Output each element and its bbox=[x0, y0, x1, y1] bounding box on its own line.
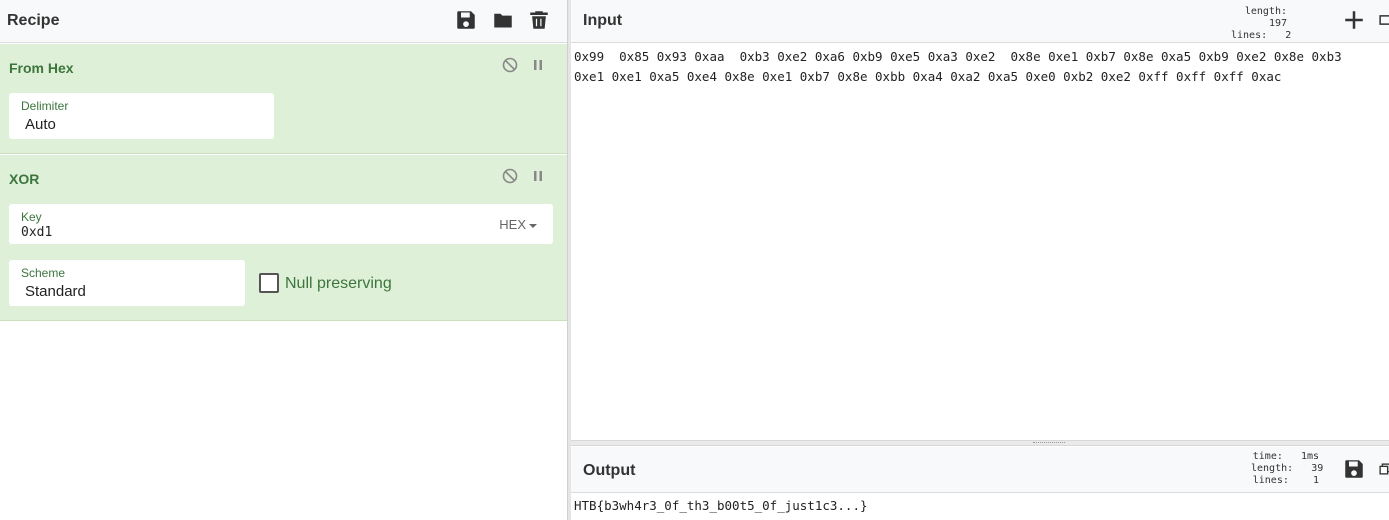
pause-icon[interactable] bbox=[529, 167, 547, 185]
grip-icon bbox=[1033, 442, 1065, 444]
trash-icon[interactable] bbox=[528, 9, 550, 31]
scheme-select[interactable]: Scheme Standard bbox=[9, 260, 245, 306]
scheme-value: Standard bbox=[25, 283, 86, 300]
output-title: Output bbox=[583, 462, 636, 479]
key-label: Key bbox=[21, 210, 42, 224]
operation-title: From Hex bbox=[9, 60, 74, 76]
save-icon[interactable] bbox=[455, 9, 477, 31]
lines-value: 2 bbox=[1285, 30, 1292, 41]
recipe-pane: Recipe From Hex Delimiter Auto XOR Key 0… bbox=[0, 0, 567, 520]
input-title: Input bbox=[583, 12, 623, 29]
add-icon[interactable] bbox=[1343, 9, 1365, 31]
lines-label: lines: bbox=[1252, 475, 1289, 486]
key-format-label: HEX bbox=[499, 217, 526, 232]
null-preserving-checkbox[interactable] bbox=[259, 273, 279, 293]
length-label: length: bbox=[1244, 6, 1287, 17]
operation-from-hex[interactable]: From Hex Delimiter Auto bbox=[0, 44, 567, 154]
delimiter-label: Delimiter bbox=[21, 99, 69, 113]
input-stats: length: 197 lines: 2 bbox=[1231, 6, 1291, 42]
input-pane: Input length: 197 lines: 2 0x99 0x85 0x9… bbox=[571, 0, 1389, 440]
pause-icon[interactable] bbox=[529, 56, 547, 74]
output-stats: time: 1ms length: 39 lines: 1 bbox=[1251, 451, 1323, 487]
lines-label: lines: bbox=[1231, 30, 1268, 41]
input-line: 0xe1 0xe1 0xa5 0xe4 0x8e 0xe1 0xb7 0x8e … bbox=[574, 69, 1282, 84]
recipe-title: Recipe bbox=[7, 12, 60, 29]
chevron-down-icon bbox=[529, 223, 537, 228]
save-output-icon[interactable] bbox=[1343, 458, 1365, 480]
output-text: HTB{b3wh4r3_0f_th3_b00t5_0f_just1c3...} bbox=[574, 498, 868, 513]
time-value: 1ms bbox=[1300, 451, 1319, 462]
scheme-label: Scheme bbox=[21, 266, 66, 280]
operation-xor[interactable]: XOR Key 0xd1 HEX Scheme Standard bbox=[0, 155, 567, 321]
io-resizer[interactable] bbox=[571, 440, 1389, 446]
key-format-dropdown[interactable]: HEX bbox=[499, 217, 537, 232]
output-pane: Output time: 1ms length: 39 lines: 1 HTB… bbox=[571, 447, 1389, 520]
delimiter-field[interactable]: Delimiter Auto bbox=[9, 93, 274, 139]
input-textarea[interactable]: 0x99 0x85 0x93 0xaa 0xb3 0xe2 0xa6 0xb9 … bbox=[571, 43, 1389, 87]
delimiter-value: Auto bbox=[25, 116, 56, 133]
disable-icon[interactable] bbox=[501, 167, 519, 185]
input-header: Input length: 197 lines: 2 bbox=[571, 0, 1389, 43]
length-value: 39 bbox=[1311, 463, 1324, 474]
time-label: time: bbox=[1252, 451, 1283, 462]
key-value: 0xd1 bbox=[21, 225, 53, 240]
lines-value: 1 bbox=[1312, 475, 1319, 486]
input-line: 0x99 0x85 0x93 0xaa 0xb3 0xe2 0xa6 0xb9 … bbox=[574, 49, 1342, 64]
output-textarea[interactable]: HTB{b3wh4r3_0f_th3_b00t5_0f_just1c3...} bbox=[571, 493, 1389, 516]
operation-title: XOR bbox=[9, 171, 40, 187]
key-field[interactable]: Key 0xd1 HEX bbox=[9, 204, 553, 244]
window-icon[interactable] bbox=[1379, 9, 1389, 31]
output-header: Output time: 1ms length: 39 lines: 1 bbox=[571, 447, 1389, 493]
folder-icon[interactable] bbox=[492, 9, 514, 31]
recipe-header: Recipe bbox=[0, 0, 567, 43]
length-value: 197 bbox=[1268, 18, 1287, 29]
disable-icon[interactable] bbox=[501, 56, 519, 74]
copy-icon[interactable] bbox=[1379, 458, 1389, 480]
length-label: length: bbox=[1251, 463, 1294, 474]
null-preserving-label[interactable]: Null preserving bbox=[285, 275, 392, 293]
